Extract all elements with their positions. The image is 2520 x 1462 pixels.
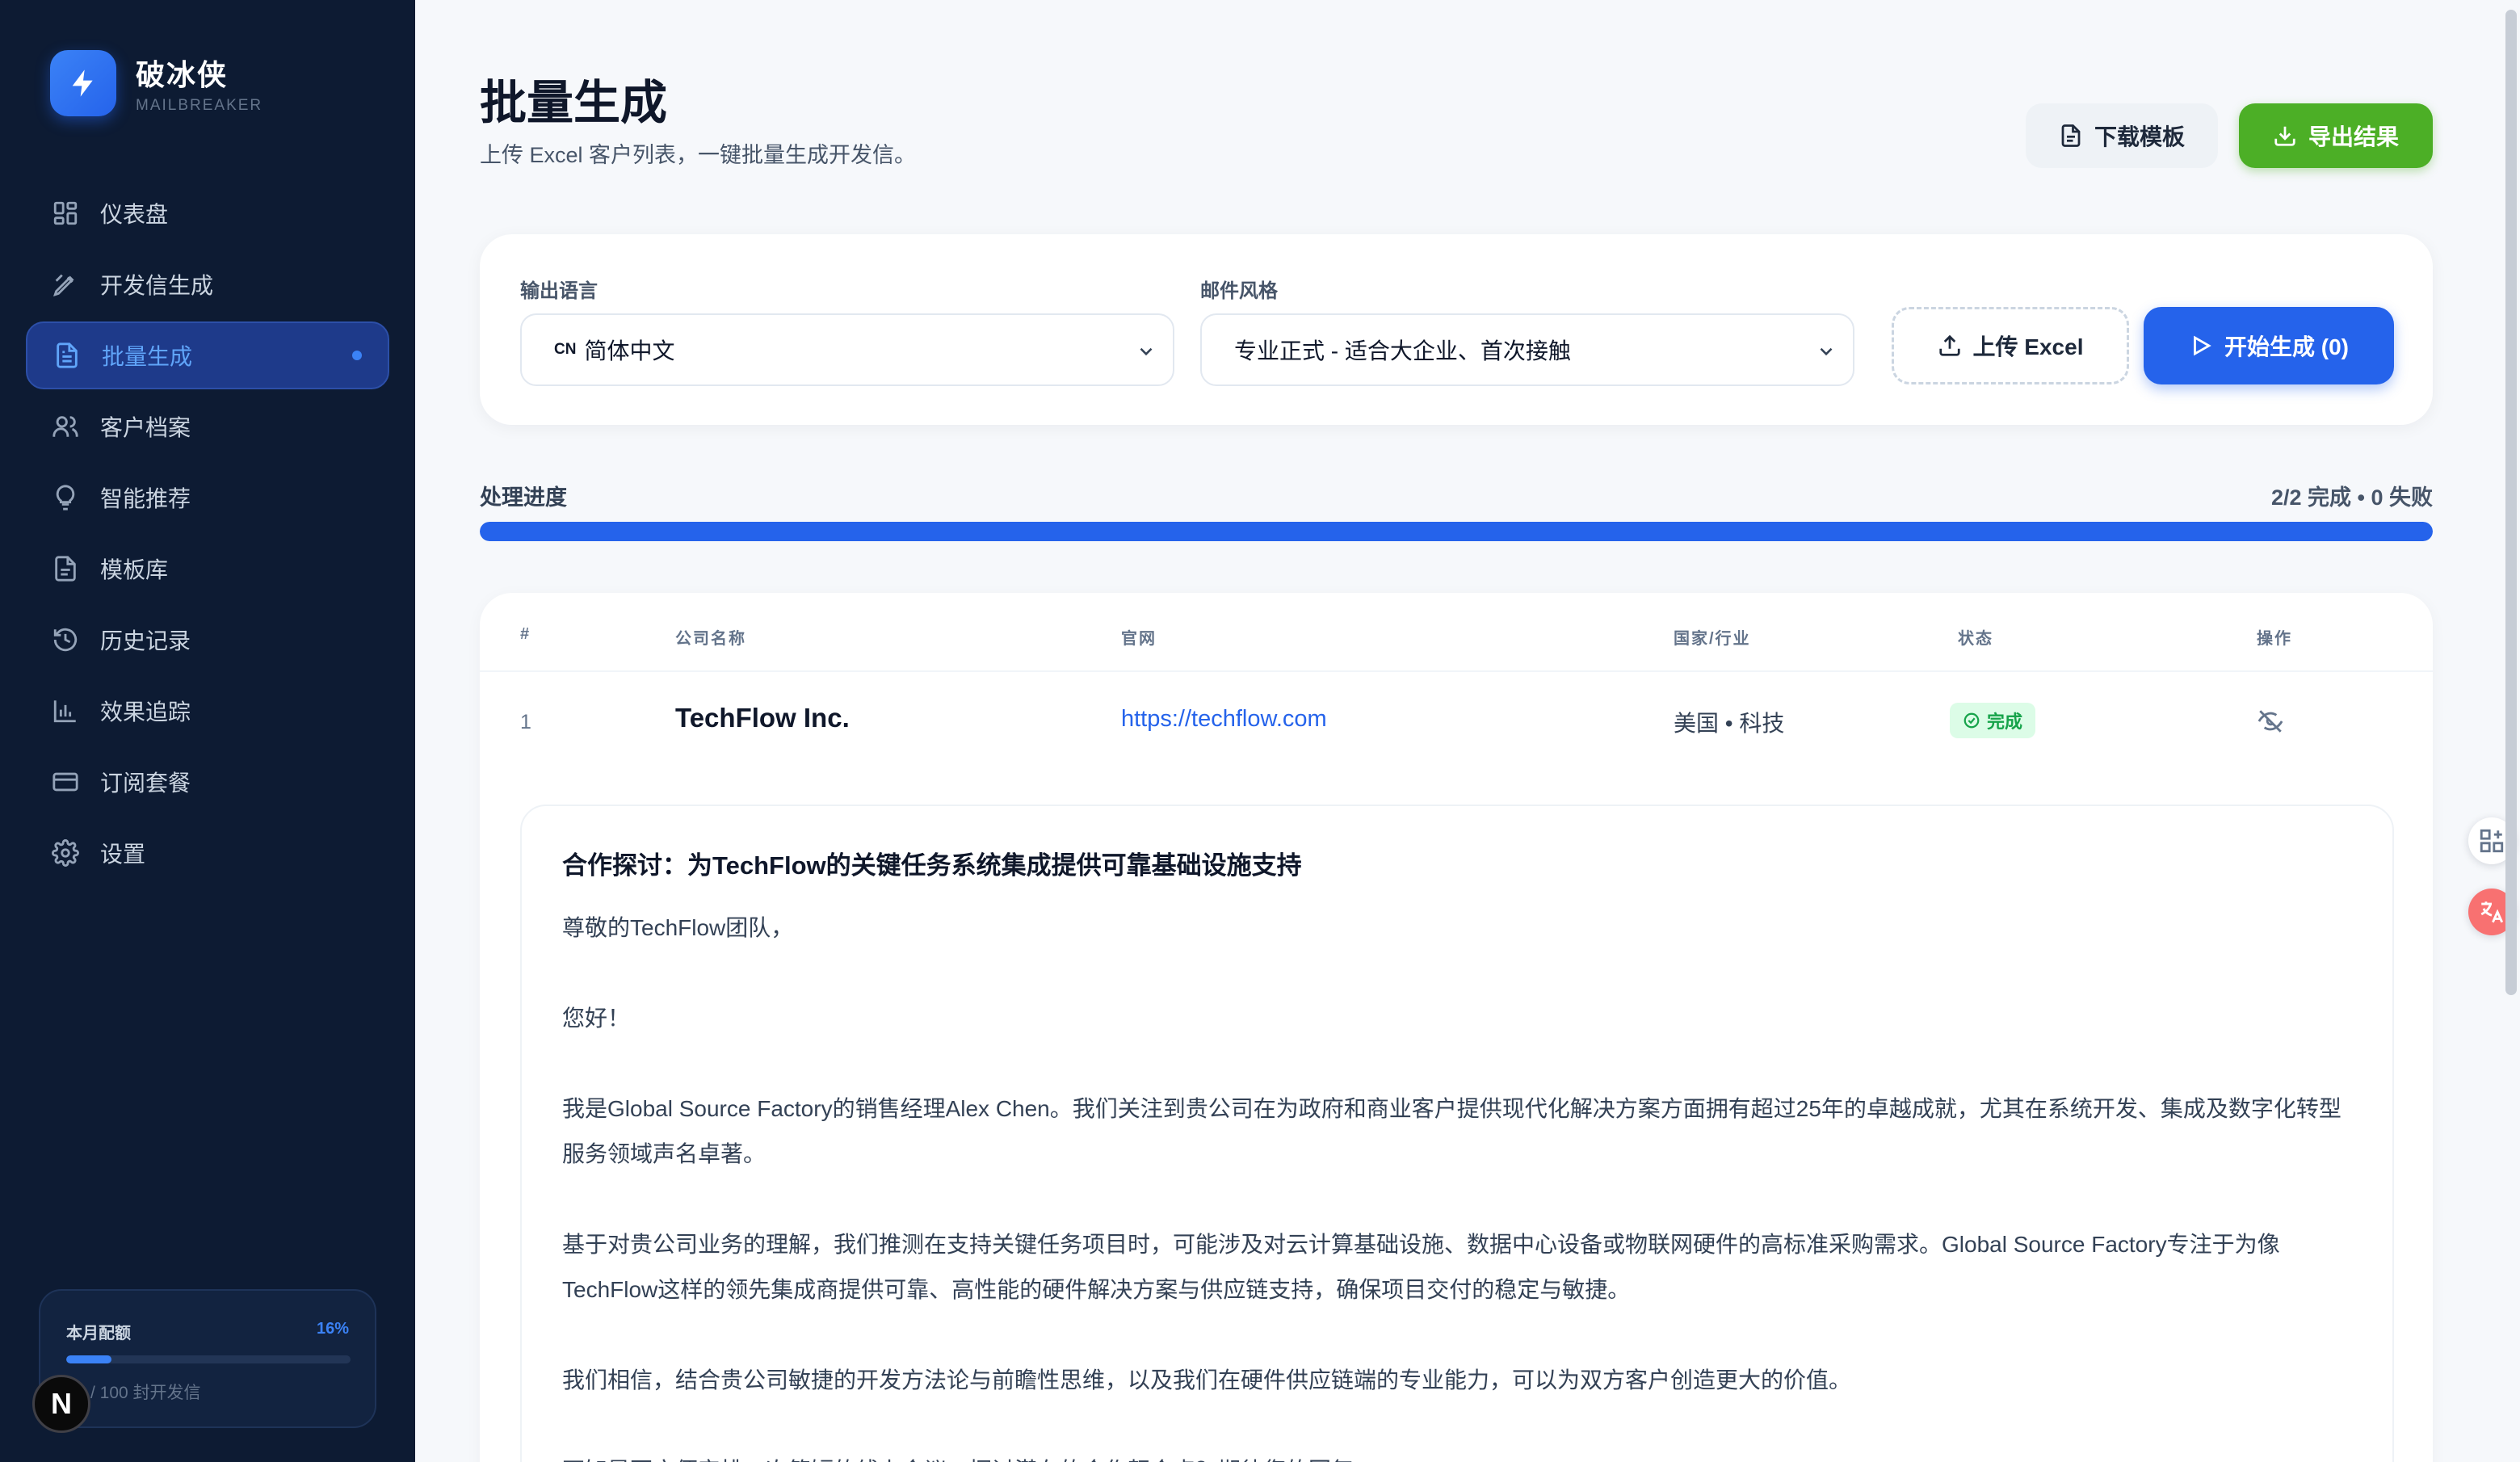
email-subject: 合作探讨：为TechFlow的关键任务系统集成提供可靠基础设施支持	[562, 851, 1302, 880]
sidebar-item-tracking[interactable]: 效果追踪	[26, 677, 389, 745]
page-scrollbar[interactable]	[2505, 10, 2517, 995]
column-header-website: 官网	[1121, 630, 1157, 648]
upload-excel-label: 上传 Excel	[1972, 334, 2084, 359]
sidebar-item-history[interactable]: 历史记录	[26, 606, 389, 674]
email-paragraph: 不知是否方便安排一次简短的线上会议，探讨潜在的合作契合点？期待您的回复。	[562, 1448, 2347, 1462]
download-template-label: 下载模板	[2094, 124, 2185, 149]
style-select[interactable]: 专业正式 - 适合大企业、首次接触	[1200, 313, 1854, 386]
gear-icon	[52, 839, 79, 867]
lightning-icon	[50, 50, 116, 116]
style-value: 专业正式 - 适合大企业、首次接触	[1234, 338, 1571, 363]
file-list-icon	[57, 342, 78, 368]
sidebar-item-label: 效果追踪	[100, 699, 191, 725]
quota-progress-fill	[66, 1355, 112, 1363]
history-icon	[53, 628, 78, 652]
brand-name: 破冰侠	[136, 58, 229, 91]
upload-icon	[1938, 334, 1960, 356]
email-paragraph: 尊敬的TechFlow团队，	[562, 915, 794, 940]
export-results-label: 导出结果	[2308, 124, 2399, 149]
sidebar-item-label: 历史记录	[100, 628, 191, 653]
progress-stats: 2/2 完成 • 0 失败	[2270, 485, 2433, 510]
qr-add-icon	[2480, 829, 2504, 853]
download-template-button[interactable]: 下载模板	[2026, 103, 2218, 168]
sidebar-item-customers[interactable]: 客户档案	[26, 393, 389, 460]
lightbulb-icon	[56, 485, 75, 510]
quota-text: / 100 封开发信	[90, 1384, 201, 1402]
sidebar-item-templates[interactable]: 模板库	[26, 535, 389, 603]
sidebar-item-subscription[interactable]: 订阅套餐	[26, 748, 389, 816]
start-generate-label: 开始生成 (0)	[2224, 334, 2349, 359]
sidebar-item-label: 开发信生成	[100, 273, 214, 298]
email-paragraph: 基于对贵公司业务的理解，我们推测在支持关键任务项目时，可能涉及对云计算基础设施、…	[562, 1232, 2280, 1302]
status-badge: 完成	[1950, 703, 2036, 738]
export-results-button[interactable]: 导出结果	[2239, 103, 2433, 168]
style-label: 邮件风格	[1200, 280, 1278, 302]
sidebar-item-settings[interactable]: 设置	[26, 819, 389, 887]
chevron-down-icon	[1140, 347, 1153, 356]
sidebar-item-label: 订阅套餐	[100, 771, 191, 796]
email-paragraph: 您好！	[562, 1006, 631, 1031]
progress-bar	[480, 522, 2433, 541]
page-title: 批量生成	[480, 77, 668, 129]
column-header-status: 状态	[1958, 630, 1993, 648]
pen-icon	[53, 274, 74, 296]
dashboard-icon	[53, 201, 78, 225]
column-header-index: #	[520, 625, 531, 643]
play-icon	[2194, 335, 2211, 356]
sidebar-item-batch[interactable]: 批量生成	[26, 321, 389, 389]
sidebar: 破冰侠 MAILBREAKER 仪表盘 开发信生成 批量生成 客户档案 智能推荐…	[0, 0, 415, 1462]
language-value: 简体中文	[584, 338, 675, 363]
upload-excel-button[interactable]: 上传 Excel	[1892, 307, 2129, 384]
users-icon	[52, 416, 78, 437]
eye-off-icon[interactable]	[2257, 708, 2284, 735]
column-header-country: 国家/行业	[1674, 630, 1751, 648]
row-website-link[interactable]: https://techflow.com	[1121, 706, 1327, 733]
sidebar-item-recommend[interactable]: 智能推荐	[26, 464, 389, 531]
sidebar-item-label: 智能推荐	[100, 486, 191, 511]
language-flag: CN	[554, 341, 577, 358]
sidebar-item-label: 批量生成	[102, 344, 193, 369]
column-header-actions: 操作	[2257, 630, 2292, 648]
email-preview: 合作探讨：为TechFlow的关键任务系统集成提供可靠基础设施支持 尊敬的Tec…	[520, 805, 2394, 1462]
email-paragraph: 我们相信，结合贵公司敏捷的开发方法论与前瞻性思维，以及我们在硬件供应链端的专业能…	[562, 1367, 1852, 1393]
progress-fill	[480, 522, 2433, 541]
sidebar-item-compose[interactable]: 开发信生成	[26, 250, 389, 318]
card-icon	[52, 772, 78, 792]
row-country-industry: 美国 • 科技	[1674, 711, 1785, 736]
sidebar-item-label: 仪表盘	[100, 202, 169, 227]
results-table: # 公司名称 官网 国家/行业 状态 操作 1 TechFlow Inc. ht…	[480, 593, 2433, 1462]
quota-percent: 16%	[316, 1320, 349, 1338]
config-card: 输出语言 CN 简体中文 邮件风格 专业正式 - 适合大企业、首次接触 上传 E…	[480, 234, 2433, 425]
language-label: 输出语言	[520, 280, 598, 302]
bar-chart-icon	[53, 700, 76, 723]
status-label: 完成	[1987, 712, 2023, 732]
active-indicator	[352, 351, 362, 360]
translate-icon	[2480, 901, 2504, 923]
check-circle-icon	[1964, 712, 1980, 729]
language-select[interactable]: CN 简体中文	[520, 313, 1174, 386]
brand[interactable]: 破冰侠 MAILBREAKER	[50, 50, 262, 116]
sidebar-item-dashboard[interactable]: 仪表盘	[26, 179, 389, 247]
progress-label: 处理进度	[480, 485, 567, 510]
sidebar-nav: 仪表盘 开发信生成 批量生成 客户档案 智能推荐 模板库 历史记录 效果追踪 订…	[26, 179, 389, 890]
brand-subtitle: MAILBREAKER	[136, 97, 263, 114]
sidebar-item-label: 客户档案	[100, 415, 191, 440]
file-icon	[2061, 124, 2081, 147]
row-company: TechFlow Inc.	[675, 703, 850, 733]
quota-progress-bar	[66, 1355, 351, 1363]
next-dev-badge[interactable]: N	[32, 1375, 90, 1433]
email-paragraph: 我是Global Source Factory的销售经理Alex Chen。我们…	[562, 1096, 2342, 1166]
sidebar-item-label: 模板库	[100, 557, 169, 582]
row-index: 1	[520, 711, 531, 733]
table-header-divider	[480, 670, 2433, 672]
download-icon	[2274, 126, 2295, 146]
start-generate-button[interactable]: 开始生成 (0)	[2144, 307, 2394, 384]
page-subtitle: 上传 Excel 客户列表，一键批量生成开发信。	[480, 143, 917, 167]
file-icon	[55, 556, 76, 582]
column-header-company: 公司名称	[675, 630, 746, 648]
chevron-down-icon	[1820, 347, 1833, 356]
quota-title: 本月配额	[66, 1325, 131, 1342]
sidebar-item-label: 设置	[100, 842, 146, 867]
